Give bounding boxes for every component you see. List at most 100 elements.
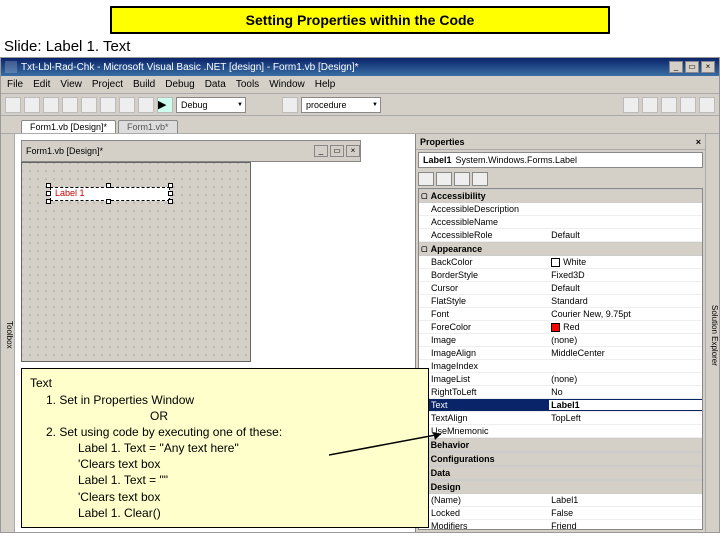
note-line: OR (150, 408, 420, 424)
toolbar-open-icon[interactable] (24, 97, 40, 113)
form-canvas[interactable]: Label 1 (21, 162, 251, 362)
resize-handle[interactable] (46, 183, 51, 188)
toolbar-paste-icon[interactable] (100, 97, 116, 113)
properties-icon[interactable] (454, 172, 470, 186)
toolbar-align5-icon[interactable] (699, 97, 715, 113)
property-row[interactable]: TextAlignTopLeft (419, 412, 702, 425)
property-row[interactable]: LockedFalse (419, 507, 702, 520)
toolbar-save-icon[interactable] (43, 97, 59, 113)
mdi-min-button[interactable]: _ (314, 145, 328, 157)
property-row[interactable]: TextLabel1 (419, 399, 702, 412)
menu-data[interactable]: Data (205, 79, 226, 90)
property-value[interactable]: MiddleCenter (549, 348, 702, 358)
mdi-max-button[interactable]: ▭ (330, 145, 344, 157)
config-combo[interactable]: Debug (176, 97, 246, 113)
solution-explorer-tab[interactable]: Solution Explorer (705, 134, 719, 532)
toolbar-run-icon[interactable]: ▶ (157, 97, 173, 113)
property-value[interactable]: Default (549, 283, 702, 293)
tab-code[interactable]: Form1.vb* (118, 120, 178, 133)
property-value[interactable]: Label1 (549, 495, 702, 505)
categorized-icon[interactable] (418, 172, 434, 186)
events-icon[interactable] (472, 172, 488, 186)
toolbar-new-icon[interactable] (5, 97, 21, 113)
toolbar-find-icon[interactable] (282, 97, 298, 113)
toolbox-tab[interactable]: Toolbox (1, 134, 15, 532)
resize-handle[interactable] (46, 199, 51, 204)
menu-edit[interactable]: Edit (33, 79, 50, 90)
titlebar-text: Txt-Lbl-Rad-Chk - Microsoft Visual Basic… (21, 62, 359, 73)
property-value[interactable]: Default (549, 230, 702, 240)
property-row[interactable]: ImageIndex (419, 360, 702, 373)
property-category[interactable]: Behavior (419, 438, 702, 452)
property-row[interactable]: AccessibleRoleDefault (419, 229, 702, 242)
property-row[interactable]: ModifiersFriend (419, 520, 702, 530)
property-row[interactable]: ImageList(none) (419, 373, 702, 386)
menu-debug[interactable]: Debug (165, 79, 194, 90)
property-category[interactable]: Data (419, 466, 702, 480)
property-row[interactable]: Image(none) (419, 334, 702, 347)
property-value[interactable]: Label1 (549, 400, 702, 410)
tab-design[interactable]: Form1.vb [Design]* (21, 120, 116, 133)
restore-button[interactable]: ▭ (685, 61, 699, 73)
property-row[interactable]: UseMnemonic (419, 425, 702, 438)
resize-handle[interactable] (168, 191, 173, 196)
menu-tools[interactable]: Tools (236, 79, 259, 90)
property-name: Image (419, 335, 549, 345)
minimize-button[interactable]: _ (669, 61, 683, 73)
menu-help[interactable]: Help (315, 79, 336, 90)
property-value[interactable]: White (549, 257, 702, 267)
property-category[interactable]: Design (419, 480, 702, 494)
resize-handle[interactable] (46, 191, 51, 196)
property-value[interactable]: Courier New, 9.75pt (549, 309, 702, 319)
toolbar-redo-icon[interactable] (138, 97, 154, 113)
close-button[interactable]: × (701, 61, 715, 73)
property-value[interactable]: Friend (549, 521, 702, 530)
toolbar-copy-icon[interactable] (81, 97, 97, 113)
property-category[interactable]: Appearance (419, 242, 702, 256)
toolbar-undo-icon[interactable] (119, 97, 135, 113)
property-value[interactable]: False (549, 508, 702, 518)
property-row[interactable]: CursorDefault (419, 282, 702, 295)
mdi-close-button[interactable]: × (346, 145, 360, 157)
property-value[interactable]: Red (549, 322, 702, 332)
resize-handle[interactable] (106, 183, 111, 188)
property-row[interactable]: BorderStyleFixed3D (419, 269, 702, 282)
property-category[interactable]: Accessibility (419, 189, 702, 203)
property-row[interactable]: ImageAlignMiddleCenter (419, 347, 702, 360)
resize-handle[interactable] (106, 199, 111, 204)
property-value[interactable]: Standard (549, 296, 702, 306)
property-value[interactable]: No (549, 387, 702, 397)
titlebar: Txt-Lbl-Rad-Chk - Microsoft Visual Basic… (1, 58, 719, 76)
toolbar-align2-icon[interactable] (642, 97, 658, 113)
alphabetical-icon[interactable] (436, 172, 452, 186)
property-row[interactable]: ForeColorRed (419, 321, 702, 334)
find-combo[interactable]: procedure (301, 97, 381, 113)
property-value[interactable]: (none) (549, 335, 702, 345)
property-value[interactable]: Fixed3D (549, 270, 702, 280)
menu-window[interactable]: Window (269, 79, 305, 90)
menu-view[interactable]: View (60, 79, 82, 90)
property-value[interactable]: (none) (549, 374, 702, 384)
menu-file[interactable]: File (7, 79, 23, 90)
property-row[interactable]: BackColorWhite (419, 256, 702, 269)
property-value[interactable]: TopLeft (549, 413, 702, 423)
toolbar-align4-icon[interactable] (680, 97, 696, 113)
property-category[interactable]: Configurations (419, 452, 702, 466)
property-row[interactable]: AccessibleDescription (419, 203, 702, 216)
menu-project[interactable]: Project (92, 79, 123, 90)
toolbar: ▶ Debug procedure (1, 94, 719, 116)
object-selector[interactable]: Label1 System.Windows.Forms.Label (418, 152, 703, 168)
toolbar-align3-icon[interactable] (661, 97, 677, 113)
property-row[interactable]: FlatStyleStandard (419, 295, 702, 308)
toolbar-align-icon[interactable] (623, 97, 639, 113)
resize-handle[interactable] (168, 199, 173, 204)
resize-handle[interactable] (168, 183, 173, 188)
property-grid[interactable]: AccessibilityAccessibleDescriptionAccess… (418, 188, 703, 530)
panel-close-icon[interactable]: × (696, 137, 701, 147)
property-row[interactable]: RightToLeftNo (419, 386, 702, 399)
property-row[interactable]: AccessibleName (419, 216, 702, 229)
property-row[interactable]: (Name)Label1 (419, 494, 702, 507)
property-row[interactable]: FontCourier New, 9.75pt (419, 308, 702, 321)
menu-build[interactable]: Build (133, 79, 155, 90)
toolbar-cut-icon[interactable] (62, 97, 78, 113)
